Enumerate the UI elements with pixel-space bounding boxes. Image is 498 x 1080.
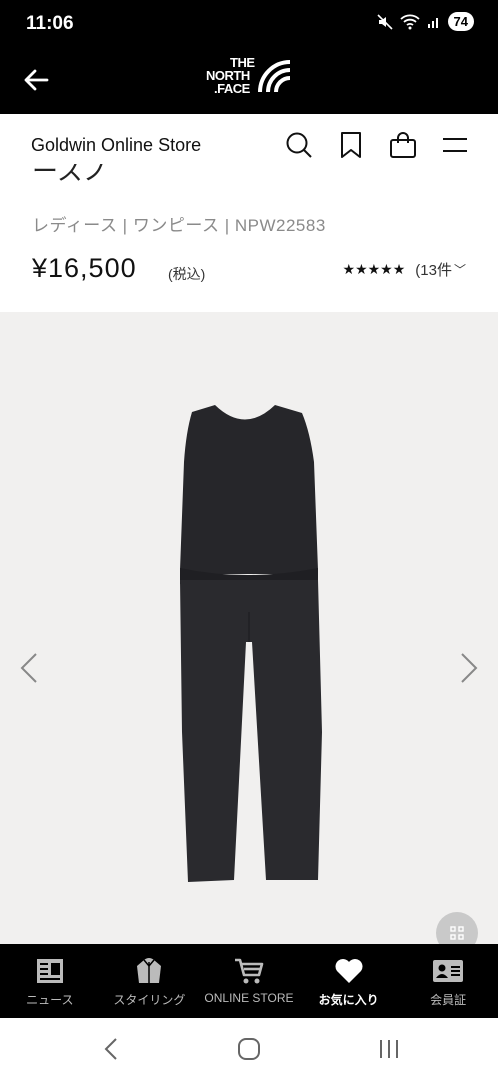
cart-button[interactable] — [388, 130, 418, 160]
menu-button[interactable] — [440, 130, 470, 160]
product-price: ¥16,500 — [32, 253, 137, 283]
product-category: レディース | ワンピース | NPW22583 — [32, 216, 326, 235]
the-north-face-logo[interactable]: THE NORTH .FACE — [204, 54, 296, 104]
search-icon — [286, 132, 312, 158]
store-name[interactable]: Goldwin Online Store — [31, 135, 201, 156]
nav-online-store[interactable]: ONLINE STORE — [199, 944, 299, 1018]
cart-icon — [234, 958, 264, 984]
bookmark-button[interactable] — [336, 130, 366, 160]
system-back-button[interactable] — [96, 1036, 126, 1062]
nav-styling[interactable]: スタイリング — [100, 944, 200, 1018]
search-button[interactable] — [284, 130, 314, 160]
rating-summary[interactable]: ★★★★★ (13件 ﹀ — [343, 259, 466, 280]
battery-indicator: 74 — [447, 12, 474, 31]
nav-label-online-store: ONLINE STORE — [204, 991, 294, 1005]
chevron-left-icon — [20, 653, 37, 683]
nav-label-styling: スタイリング — [113, 993, 186, 1007]
product-image-gallery[interactable] — [0, 312, 498, 944]
nav-label-favorites: お気に入り — [318, 993, 379, 1007]
system-home-button[interactable] — [234, 1036, 264, 1062]
system-nav-bar — [0, 1018, 498, 1080]
next-image-button[interactable] — [454, 648, 484, 688]
chevron-right-icon — [461, 653, 478, 683]
app-header: THE NORTH .FACE — [0, 48, 498, 114]
status-bar: 11:06 74 — [0, 0, 498, 48]
back-button[interactable] — [18, 62, 54, 98]
home-circle-icon — [238, 1038, 260, 1060]
status-icons: 74 — [376, 12, 474, 31]
rating-stars: ★★★★★ — [342, 261, 406, 277]
member-card-icon — [433, 960, 464, 982]
heart-icon — [335, 959, 363, 983]
status-time: 11:06 — [26, 13, 74, 34]
system-recents-button[interactable] — [374, 1036, 404, 1062]
chevron-left-icon — [104, 1038, 117, 1060]
review-count: (13件 — [415, 262, 452, 279]
wifi-icon — [399, 14, 420, 29]
prev-image-button[interactable] — [14, 648, 44, 688]
nav-label-news: ニュース — [26, 993, 74, 1007]
chevron-down-icon: ﹀ — [453, 263, 466, 277]
logo-text-3: .FACE — [214, 81, 250, 96]
product-title-partial: ースノ — [32, 164, 109, 186]
bottom-nav: ニュース スタイリング ONLINE STORE お気に入り 会員証 — [0, 944, 498, 1018]
recents-icon — [380, 1040, 398, 1058]
tax-label: (税込) — [168, 266, 206, 282]
half-dome-icon — [258, 60, 291, 93]
arrow-left-icon — [24, 69, 49, 91]
news-icon — [36, 959, 63, 983]
nav-member-card[interactable]: 会員証 — [398, 944, 498, 1018]
grid-icon — [450, 926, 464, 940]
shopping-bag-icon — [390, 132, 416, 158]
store-toolbar — [284, 130, 470, 160]
product-image — [180, 405, 322, 882]
mute-icon — [376, 13, 393, 30]
nav-news[interactable]: ニュース — [0, 944, 100, 1018]
nav-label-member-card: 会員証 — [430, 993, 467, 1007]
nav-favorites[interactable]: お気に入り — [299, 944, 399, 1018]
styling-icon — [137, 958, 162, 983]
bookmark-icon — [341, 132, 361, 158]
hamburger-menu-icon — [443, 138, 467, 152]
signal-icon — [427, 17, 438, 28]
